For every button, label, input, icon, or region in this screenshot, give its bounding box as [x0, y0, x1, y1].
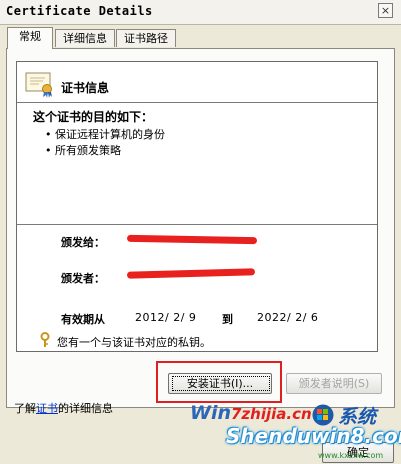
purpose-separator: [17, 224, 377, 225]
watermark-win-text: Win: [190, 402, 231, 424]
tab-general[interactable]: 常规: [7, 27, 53, 49]
close-icon: ×: [380, 4, 391, 17]
issuer-statement-button[interactable]: 颁发者说明(S): [286, 373, 382, 394]
list-item: • 保证远程计算机的身份: [45, 126, 165, 142]
learn-more: 了解证书的详细信息: [14, 400, 113, 416]
issued-by-redaction: [126, 268, 256, 279]
header-separator: [17, 102, 377, 103]
learn-more-suffix: 的详细信息: [58, 402, 113, 415]
purpose-item-1: 保证远程计算机的身份: [55, 128, 165, 141]
valid-from-label: 有效期从: [61, 313, 105, 326]
valid-to-label: 到: [222, 313, 233, 326]
private-key-note: 您有一个与该证书对应的私钥。: [57, 336, 211, 349]
tab-details[interactable]: 详细信息: [55, 29, 115, 47]
learn-more-prefix: 了解: [14, 402, 36, 415]
close-button[interactable]: ×: [378, 3, 393, 18]
windows-logo-icon: [312, 404, 334, 426]
tab-details-label: 详细信息: [63, 32, 107, 45]
purpose-heading: 这个证书的目的如下：: [33, 110, 154, 124]
valid-from-date: 2012/ 2/ 9: [135, 311, 197, 324]
key-icon: [40, 332, 50, 347]
certificate-info-box: 证书信息 这个证书的目的如下： • 保证远程计算机的身份 • 所有颁发策略 颁发…: [16, 61, 378, 352]
watermark-win7zhijia: Win7zhijia.cn: [190, 402, 312, 424]
issued-to-redaction: [126, 234, 258, 245]
issued-by-label: 颁发者：: [61, 272, 105, 285]
issuer-statement-label: 颁发者说明(S): [298, 377, 370, 390]
window-title: Certificate Details: [6, 4, 153, 18]
install-certificate-label: 安装证书(I)...: [186, 377, 254, 390]
install-certificate-button[interactable]: 安装证书(I)...: [168, 373, 272, 394]
watermark-small: www.kxzxw.com: [318, 451, 384, 460]
watermark-shenduwin8: Shenduwin8.com: [226, 424, 401, 448]
certificate-icon: [25, 72, 52, 98]
tab-general-label: 常规: [19, 30, 41, 43]
certificate-info-heading: 证书信息: [61, 81, 110, 95]
learn-more-link[interactable]: 证书: [36, 402, 58, 415]
title-bar: Certificate Details ×: [0, 0, 401, 25]
issued-to-label: 颁发给：: [61, 236, 105, 249]
purpose-item-2: 所有颁发策略: [55, 144, 121, 157]
tab-cert-path[interactable]: 证书路径: [116, 29, 176, 47]
valid-to-date: 2022/ 2/ 6: [257, 311, 319, 324]
bullet: •: [45, 128, 52, 141]
list-item: • 所有颁发策略: [45, 142, 121, 158]
watermark-zhijia-text: 7zhijia.cn: [231, 405, 312, 423]
tab-cert-path-label: 证书路径: [124, 32, 168, 45]
bullet: •: [45, 144, 52, 157]
